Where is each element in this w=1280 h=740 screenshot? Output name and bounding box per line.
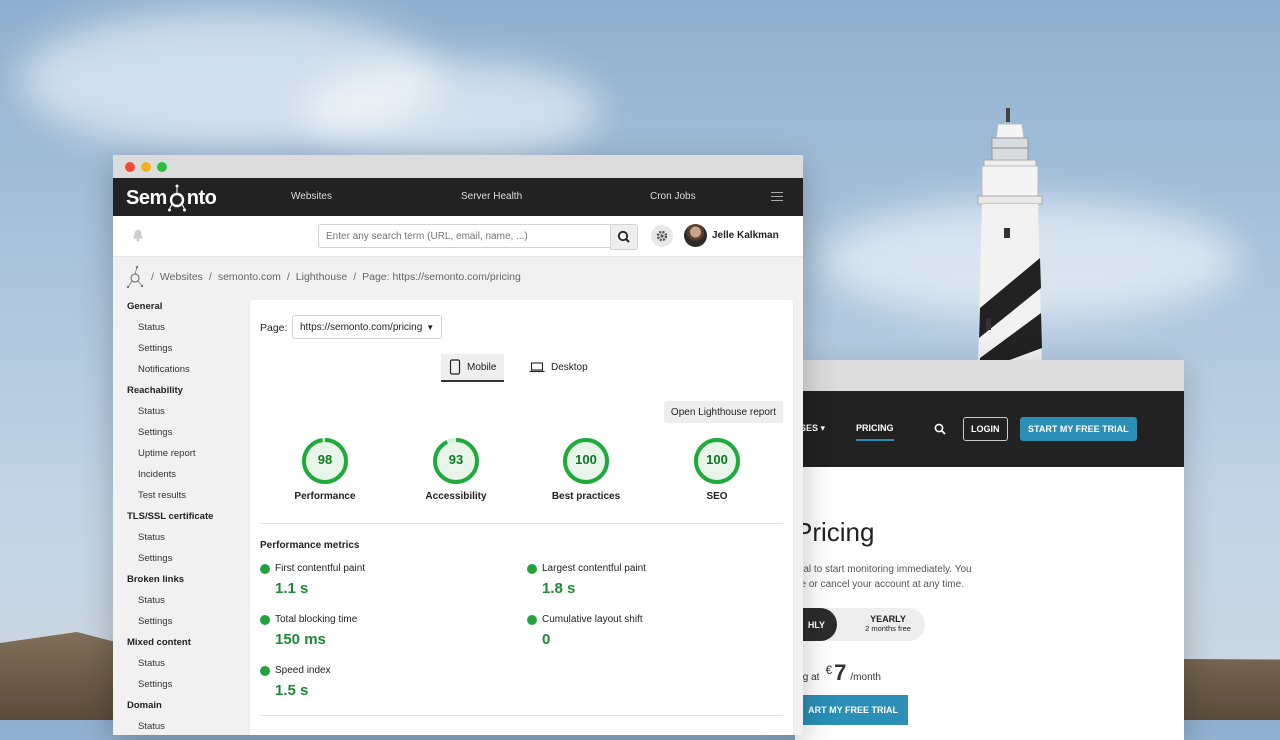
sidebar-heading-tls: TLS/SSL certificate <box>127 511 214 522</box>
sidebar-item-settings[interactable]: Settings <box>127 678 247 699</box>
score-gauge: 100 <box>693 437 741 485</box>
pricing-title: Pricing <box>795 517 875 547</box>
sidebar-heading-reachability: Reachability <box>127 385 183 396</box>
lighthouse-card: Page: https://semonto.com/pricing ▼ Mobil… <box>250 300 793 735</box>
breadcrumb-page: Page: https://semonto.com/pricing <box>362 271 521 283</box>
avatar[interactable] <box>684 224 707 247</box>
sidebar-item-status[interactable]: Status <box>127 720 247 735</box>
sidebar-item-settings[interactable]: Settings <box>127 552 247 573</box>
metric-total-blocking-time: Total blocking time 150 ms <box>260 614 490 648</box>
lighthouse-image <box>977 108 1043 368</box>
status-dot <box>260 614 270 625</box>
pricing-window: SES ▾ PRICING LOGIN START MY FREE TRIAL … <box>795 360 1184 740</box>
search-icon <box>617 230 630 243</box>
status-dot <box>527 614 537 625</box>
sidebar-item-settings[interactable]: Settings <box>127 426 247 447</box>
sidebar: General Status Settings Notifications Re… <box>127 300 247 735</box>
home-network-icon[interactable] <box>125 265 145 289</box>
sidebar-item-status[interactable]: Status <box>127 321 247 342</box>
score-accessibility: 93 Accessibility <box>411 437 501 502</box>
sidebar-heading-mixed-content: Mixed content <box>127 637 191 648</box>
metric-cumulative-layout-shift: Cumulative layout shift 0 <box>527 614 757 648</box>
status-dot <box>260 665 270 676</box>
sidebar-heading-domain: Domain <box>127 700 162 711</box>
pricing-description: trial to start monitoring immediately. Y… <box>795 564 972 590</box>
minimize-dot[interactable] <box>141 162 151 172</box>
toggle-yearly[interactable]: YEARLY 2 months free <box>853 614 923 633</box>
page-select[interactable]: https://semonto.com/pricing ▼ <box>292 315 443 339</box>
nav-menu-partial[interactable]: SES ▾ <box>800 423 825 434</box>
sidebar-item-incidents[interactable]: Incidents <box>127 468 247 489</box>
breadcrumb-lighthouse[interactable]: Lighthouse <box>296 271 347 283</box>
search-icon[interactable] <box>934 423 946 435</box>
score-performance: 98 Performance <box>280 437 370 502</box>
bell-icon[interactable] <box>132 229 144 242</box>
sidebar-item-uptime-report[interactable]: Uptime report <box>127 447 247 468</box>
search-input[interactable] <box>318 224 626 248</box>
metrics-title: Performance metrics <box>260 540 360 551</box>
open-lighthouse-report-button[interactable]: Open Lighthouse report <box>663 401 783 423</box>
tab-desktop[interactable]: Desktop <box>529 354 588 380</box>
tab-mobile[interactable]: Mobile <box>441 354 505 382</box>
maximize-dot[interactable] <box>157 162 167 172</box>
sidebar-item-settings[interactable]: Settings <box>127 615 247 636</box>
price-line: ing at € 7 /month <box>795 660 881 685</box>
metric-first-contentful-paint: First contentful paint 1.1 s <box>260 563 490 597</box>
page-label: Page: <box>260 322 288 334</box>
breadcrumb: / Websites / semonto.com / Lighthouse / Page… <box>125 265 521 289</box>
logo-network-icon <box>167 184 186 212</box>
sidebar-item-status[interactable]: Status <box>127 531 247 552</box>
sidebar-item-notifications[interactable]: Notifications <box>127 363 247 384</box>
metric-largest-contentful-paint: Largest contentful paint 1.8 s <box>527 563 757 597</box>
sidebar-heading-general: General <box>127 301 163 312</box>
search-button[interactable] <box>610 224 638 250</box>
breadcrumb-site[interactable]: semonto.com <box>218 271 281 283</box>
sidebar-item-status[interactable]: Status <box>127 657 247 678</box>
laptop-icon <box>529 362 545 373</box>
nav-websites[interactable]: Websites <box>291 191 332 202</box>
divider <box>260 523 783 524</box>
menu-icon[interactable] <box>771 192 783 204</box>
close-dot[interactable] <box>125 162 135 172</box>
score-gauge: 98 <box>301 437 349 485</box>
score-best-practices: 100 Best practices <box>541 437 631 502</box>
billing-toggle[interactable]: HLY YEARLY 2 months free <box>795 608 925 641</box>
score-gauge: 93 <box>432 437 480 485</box>
cta-trial-button[interactable]: ART MY FREE TRIAL <box>795 695 908 725</box>
settings-button[interactable] <box>651 225 673 247</box>
main-window: Sem nto Websites Server Health Cron Jobs <box>113 155 803 735</box>
mobile-icon <box>449 359 461 375</box>
metric-speed-index: Speed index 1.5 s <box>260 665 490 699</box>
gear-icon <box>656 230 668 242</box>
divider <box>260 715 783 716</box>
start-trial-button[interactable]: START MY FREE TRIAL <box>1020 417 1137 441</box>
top-toolbar: Jelle Kalkman <box>113 216 803 257</box>
brand-logo[interactable]: Sem nto <box>126 183 217 213</box>
caret-down-icon: ▼ <box>426 322 435 332</box>
window-titlebar <box>113 155 803 178</box>
login-button[interactable]: LOGIN <box>963 417 1008 441</box>
pricing-navbar: SES ▾ PRICING LOGIN START MY FREE TRIAL <box>795 391 1184 467</box>
breadcrumb-websites[interactable]: Websites <box>160 271 203 283</box>
cloud <box>300 60 600 160</box>
nav-server-health[interactable]: Server Health <box>461 191 522 202</box>
sidebar-item-status[interactable]: Status <box>127 594 247 615</box>
score-gauge: 100 <box>562 437 610 485</box>
app-navbar: Sem nto Websites Server Health Cron Jobs <box>113 178 803 216</box>
status-dot <box>527 563 537 574</box>
sidebar-heading-broken-links: Broken links <box>127 574 185 585</box>
score-seo: 100 SEO <box>672 437 762 502</box>
nav-cron-jobs[interactable]: Cron Jobs <box>650 191 696 202</box>
status-dot <box>260 563 270 574</box>
sidebar-item-settings[interactable]: Settings <box>127 342 247 363</box>
user-name[interactable]: Jelle Kalkman <box>712 230 779 241</box>
sidebar-item-status[interactable]: Status <box>127 405 247 426</box>
pricing-window-titlebar <box>795 360 1184 391</box>
sidebar-item-test-results[interactable]: Test results <box>127 489 247 510</box>
nav-pricing[interactable]: PRICING <box>856 423 894 441</box>
